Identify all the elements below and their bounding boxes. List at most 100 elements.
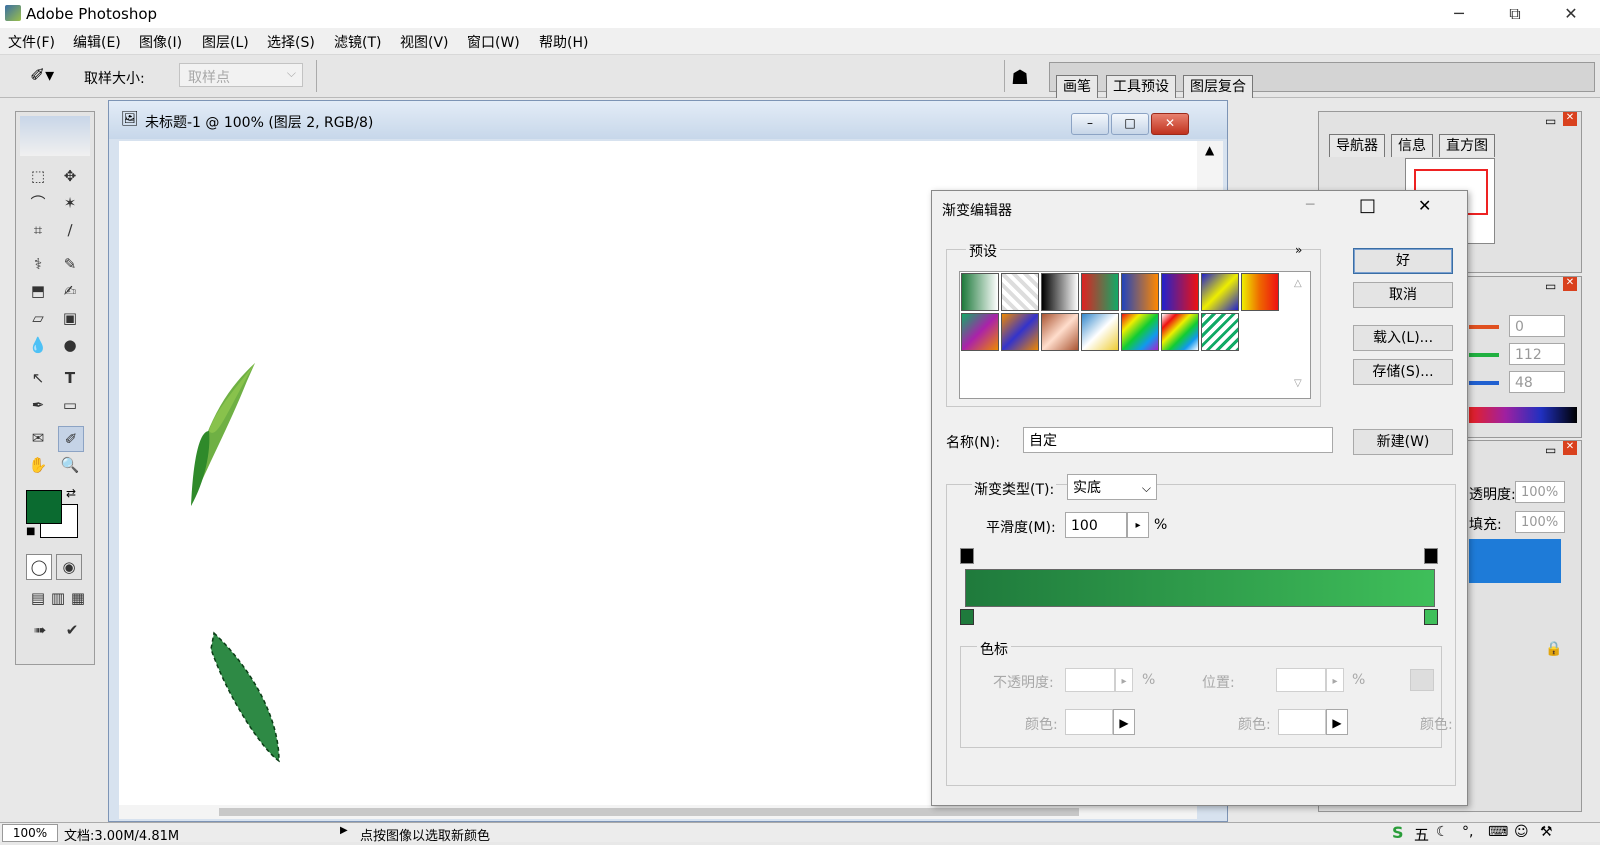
preset-swatch[interactable] [1081,273,1119,311]
menu-select[interactable]: 选择(S) [267,32,315,52]
horizontal-scroll-thumb[interactable] [219,808,1079,816]
shape-tool-icon[interactable]: ▭ [58,393,82,417]
sample-size-select[interactable]: 取样点 ⌵ [179,63,303,87]
path-selection-tool-icon[interactable]: ↖ [26,366,50,390]
gradient-tool-icon[interactable]: ▣ [58,306,82,330]
ime-moon-icon[interactable]: ☾ [1436,824,1449,840]
red-slider[interactable] [1469,325,1499,329]
menu-edit[interactable]: 编辑(E) [73,32,121,52]
blue-value[interactable]: 48 [1509,371,1565,393]
panel-close-icon[interactable]: ✕ [1563,277,1577,291]
menu-file[interactable]: 文件(F) [8,32,55,52]
tab-navigator[interactable]: 导航器 [1329,134,1385,157]
slice-tool-icon[interactable]: ∕ [58,218,82,242]
selected-layer-row[interactable] [1469,539,1561,583]
check-icon[interactable]: ✔ [60,618,84,642]
dialog-maximize-button[interactable]: □ [1359,195,1376,216]
eyedropper-tool-icon[interactable]: ✐ [58,426,84,452]
presets-scroll-up-icon[interactable]: △ [1294,278,1302,289]
horizontal-scrollbar[interactable] [119,805,1197,819]
crop-tool-icon[interactable]: ⌗ [26,218,50,242]
menu-image[interactable]: 图像(I) [139,32,182,52]
panel-close-icon[interactable]: ✕ [1563,112,1577,126]
smoothness-arrow-icon[interactable]: ▸ [1127,512,1149,538]
stop-opacity-arrow-icon[interactable]: ▸ [1115,668,1133,692]
preset-swatch[interactable] [1081,313,1119,351]
fill-value[interactable]: 100% [1515,511,1565,533]
menu-help[interactable]: 帮助(H) [539,32,588,52]
jump-to-imageready-icon[interactable]: ➠ [28,618,52,642]
preset-swatch[interactable] [1121,273,1159,311]
menu-view[interactable]: 视图(V) [400,32,449,52]
eraser-tool-icon[interactable]: ▱ [26,306,50,330]
ok-button[interactable]: 好 [1353,248,1453,274]
close-button[interactable]: ✕ [1548,0,1594,28]
tab-layer-comps[interactable]: 图层复合 [1183,75,1253,98]
preset-swatch[interactable] [1161,313,1199,351]
preset-swatch[interactable] [1041,313,1079,351]
color-stop-left[interactable] [960,609,974,625]
healing-brush-tool-icon[interactable]: ⚕ [26,252,50,276]
move-tool-icon[interactable]: ✥ [58,164,82,188]
ime-keyboard-icon[interactable]: ⌨ [1488,824,1508,840]
standard-mode-icon[interactable]: ◯ [26,554,52,580]
clone-stamp-tool-icon[interactable]: ⬒ [26,279,50,303]
name-input[interactable]: 自定 [1023,427,1333,453]
preset-swatch[interactable] [1241,273,1279,311]
notes-tool-icon[interactable]: ✉ [26,426,50,450]
ime-user-icon[interactable]: ☺ [1514,824,1529,840]
preset-swatch[interactable] [1001,273,1039,311]
restore-button[interactable]: ⧉ [1492,0,1538,28]
menu-layer[interactable]: 图层(L) [202,32,249,52]
preset-swatch[interactable] [1121,313,1159,351]
blur-tool-icon[interactable]: 💧 [26,333,50,357]
foreground-color-swatch[interactable] [26,490,62,524]
tab-histogram[interactable]: 直方图 [1439,134,1495,157]
new-button[interactable]: 新建(W) [1353,429,1453,455]
menu-window[interactable]: 窗口(W) [467,32,520,52]
zoom-field[interactable]: 100% [2,824,58,842]
tab-tool-presets[interactable]: 工具预设 [1106,75,1176,98]
scroll-up-icon[interactable]: ▲ [1205,143,1214,157]
stop-location-arrow-icon[interactable]: ▸ [1326,668,1344,692]
eyedropper-tool-preset-icon[interactable]: ✐▾ [30,65,54,86]
tab-info[interactable]: 信息 [1391,134,1433,157]
preset-swatch[interactable] [1041,273,1079,311]
preset-swatch[interactable] [1201,273,1239,311]
marquee-tool-icon[interactable]: ⬚ [26,164,50,188]
hand-tool-icon[interactable]: ✋ [26,453,50,477]
green-slider[interactable] [1469,353,1499,357]
doc-minimize-button[interactable]: – [1071,113,1109,135]
panel-minimize-icon[interactable]: ▭ [1545,443,1556,457]
doc-close-button[interactable]: ✕ [1151,113,1189,135]
ime-settings-icon[interactable]: ⚒ [1540,824,1553,840]
doc-maximize-button[interactable]: □ [1111,113,1149,135]
preset-swatch[interactable] [961,313,999,351]
opacity-stop-right[interactable] [1424,548,1438,564]
stop-color-arrow-icon[interactable]: ▶ [1113,709,1135,735]
stop-location-input[interactable] [1276,668,1326,692]
cancel-button[interactable]: 取消 [1353,282,1453,308]
panel-minimize-icon[interactable]: ▭ [1545,279,1556,293]
gradient-preview-bar[interactable] [965,569,1435,607]
ime-mode[interactable]: 五 [1414,824,1429,845]
presets-menu-icon[interactable]: » [1295,243,1302,257]
palette-well-icon[interactable]: ☗ [1011,65,1029,89]
swap-colors-icon[interactable]: ⇄ [66,486,76,500]
green-value[interactable]: 112 [1509,343,1565,365]
stop-color-swatch[interactable] [1065,709,1113,735]
red-value[interactable]: 0 [1509,315,1565,337]
dialog-close-button[interactable]: ✕ [1418,196,1431,215]
presets-scroll-down-icon[interactable]: ▽ [1294,378,1302,389]
default-colors-icon[interactable]: ■ [26,526,35,537]
type-tool-icon[interactable]: T [58,366,82,390]
dodge-tool-icon[interactable]: ● [58,333,82,357]
gradient-type-select[interactable]: 实底 ⌵ [1067,474,1157,500]
blue-slider[interactable] [1469,381,1499,385]
magic-wand-tool-icon[interactable]: ✶ [58,191,82,215]
preset-swatch[interactable] [1161,273,1199,311]
tab-brushes[interactable]: 画笔 [1056,75,1098,98]
color-stop-right[interactable] [1424,609,1438,625]
color-ramp[interactable] [1469,407,1577,423]
delete-stop-button[interactable] [1410,669,1434,691]
